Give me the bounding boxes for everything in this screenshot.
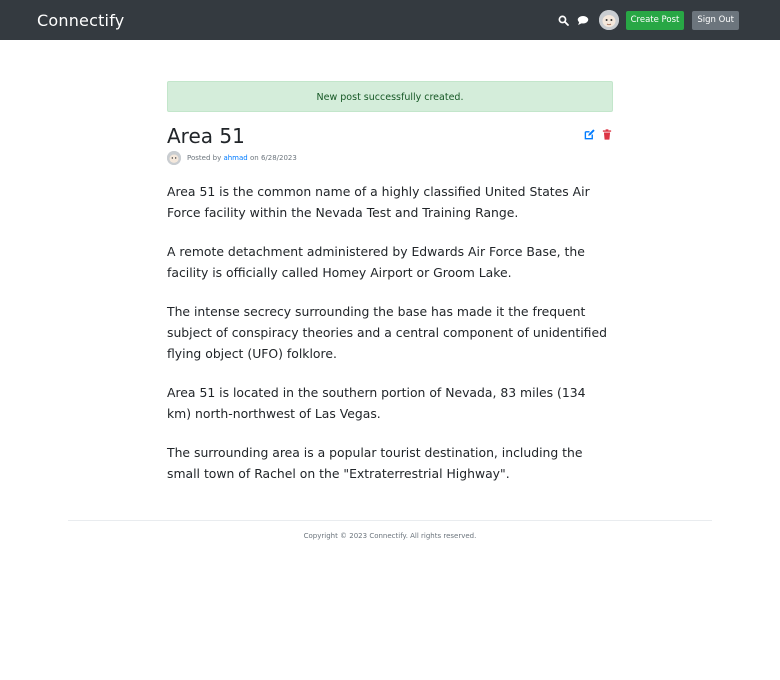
post-actions <box>577 129 613 140</box>
author-link[interactable]: ahmad <box>223 154 247 162</box>
post-header: Area 51 Posted by ahmad on 6/28/2023 <box>167 124 613 165</box>
post-paragraph: The surrounding area is a popular touris… <box>167 445 583 481</box>
navbar: Connectify Create Post Sign Out <box>0 0 780 40</box>
post-meta: Posted by ahmad on 6/28/2023 <box>167 151 613 165</box>
chat-bubble-icon[interactable] <box>576 13 590 27</box>
create-post-button[interactable]: Create Post <box>625 10 685 30</box>
post-paragraph: Area 51 is the common name of a highly c… <box>167 184 590 220</box>
brand-logo[interactable]: Connectify <box>37 11 124 30</box>
post-paragraph: The intense secrecy surrounding the base… <box>167 304 607 361</box>
edit-icon[interactable] <box>584 129 595 140</box>
post-content: Area 51 is the common name of a highly c… <box>167 181 613 484</box>
post-date: 6/28/2023 <box>260 154 297 162</box>
sign-out-button[interactable]: Sign Out <box>692 10 739 30</box>
date-prefix: on <box>249 154 259 162</box>
search-icon[interactable] <box>557 13 571 27</box>
copyright-text: Copyright © 2023 Connectify. All rights … <box>303 532 477 540</box>
nav-right: Create Post Sign Out <box>557 10 739 30</box>
user-avatar[interactable] <box>598 10 619 30</box>
footer-divider <box>68 520 712 521</box>
main-container: New post successfully created. Area 51 P… <box>167 81 613 484</box>
post-paragraph: Area 51 is located in the southern porti… <box>167 385 586 421</box>
trash-icon[interactable] <box>602 129 613 140</box>
author-avatar <box>167 151 181 165</box>
post-paragraph: A remote detachment administered by Edwa… <box>167 244 585 280</box>
posted-by-label: Posted by <box>187 154 222 162</box>
success-alert: New post successfully created. <box>167 81 613 112</box>
post-title: Area 51 <box>167 124 245 148</box>
